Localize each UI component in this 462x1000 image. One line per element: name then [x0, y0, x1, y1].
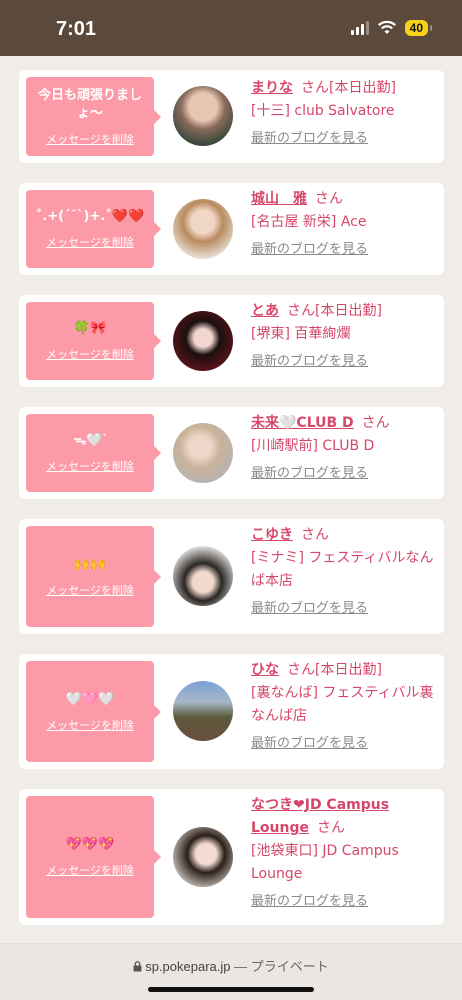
- honorific: さん: [315, 191, 343, 207]
- avatar[interactable]: [173, 199, 233, 259]
- cast-card: 今日も頑張りましょ〜 メッセージを削除 まりな さん[本日出勤] [十三] clu…: [19, 70, 444, 163]
- cast-info: まりな さん[本日出勤] [十三] club Salvatore 最新のブログを見…: [251, 77, 438, 150]
- cast-info: なつき❤JD Campus Lounge さん [池袋東口] JD Campus …: [251, 794, 438, 913]
- cast-info: 城山 雅さん [名古屋 新栄] Ace 最新のブログを見る: [251, 188, 438, 261]
- message-text: 🍀🎀: [73, 321, 107, 336]
- cast-card: 🙌🙌 メッセージを削除 こゆき さん [ミナミ] フェスティバルなんば本店 最新の…: [19, 519, 444, 634]
- shop-name: [池袋東口] JD Campus Lounge: [251, 843, 399, 882]
- shop-name: [裏なんば] フェスティバル裏なんば店: [251, 685, 434, 724]
- blog-link[interactable]: 最新のブログを見る: [251, 127, 438, 150]
- blog-link[interactable]: 最新のブログを見る: [251, 350, 438, 373]
- shop-name: [名古屋 新栄] Ace: [251, 214, 367, 230]
- shop-name: [堺東] 百華絢爛: [251, 326, 351, 342]
- cast-name-link[interactable]: 城山 雅: [251, 191, 307, 207]
- avatar[interactable]: [173, 546, 233, 606]
- honorific: さん: [287, 303, 315, 319]
- browser-address-bar[interactable]: sp.pokepara.jp — プライベート: [0, 943, 462, 1000]
- delete-message-link[interactable]: メッセージを削除: [46, 582, 134, 598]
- avatar[interactable]: [173, 681, 233, 741]
- message-bubble: ᯓ🤍ᐝ メッセージを削除: [26, 414, 161, 492]
- message-text: 🙌🙌: [73, 556, 107, 572]
- delete-message-link[interactable]: メッセージを削除: [46, 234, 134, 250]
- delete-message-link[interactable]: メッセージを削除: [46, 131, 134, 147]
- message-text: 🤍🩷🤍: [65, 691, 115, 707]
- attendance-tag: [本日出勤]: [315, 662, 382, 678]
- cast-info: こゆき さん [ミナミ] フェスティバルなんば本店 最新のブログを見る: [251, 524, 438, 620]
- cast-card: 🤍🩷🤍 メッセージを削除 ひな さん[本日出勤] [裏なんば] フェスティバル裏な…: [19, 654, 444, 769]
- delete-message-link[interactable]: メッセージを削除: [46, 458, 134, 474]
- honorific: さん: [287, 662, 315, 678]
- blog-link[interactable]: 最新のブログを見る: [251, 238, 438, 261]
- attendance-tag: [本日出勤]: [329, 80, 396, 96]
- cast-name-link[interactable]: まりな: [251, 80, 293, 96]
- cast-card: 🍀🎀 メッセージを削除 とあ さん[本日出勤] [堺東] 百華絢爛 最新のブログを…: [19, 295, 444, 387]
- avatar[interactable]: [173, 423, 233, 483]
- private-mode-label: プライベート: [250, 959, 329, 974]
- honorific: さん: [361, 415, 390, 431]
- status-time: 7:01: [56, 18, 97, 40]
- battery-tip: [430, 25, 432, 31]
- blog-link[interactable]: 最新のブログを見る: [251, 462, 438, 485]
- favorites-list: 今日も頑張りましょ〜 メッセージを削除 まりな さん[本日出勤] [十三] clu…: [19, 70, 444, 925]
- cast-info: ひな さん[本日出勤] [裏なんば] フェスティバル裏なんば店 最新のブログを見る: [251, 659, 438, 755]
- shop-name: [川崎駅前] CLUB D: [251, 438, 375, 454]
- cast-card: ˚.+(´˘`)+.˚❤️❤️ メッセージを削除 城山 雅さん [名古屋 新栄]…: [19, 183, 444, 275]
- honorific: さん: [301, 527, 329, 543]
- cast-info: 未来🤍CLUB D さん [川崎駅前] CLUB D 最新のブログを見る: [251, 412, 438, 485]
- message-bubble: ˚.+(´˘`)+.˚❤️❤️ メッセージを削除: [26, 190, 161, 268]
- cast-info: とあ さん[本日出勤] [堺東] 百華絢爛 最新のブログを見る: [251, 300, 438, 373]
- avatar[interactable]: [173, 827, 233, 887]
- message-text: ˚.+(´˘`)+.˚❤️❤️: [35, 209, 145, 224]
- shop-name: [十三] club Salvatore: [251, 103, 395, 119]
- shop-name: [ミナミ] フェスティバルなんば本店: [251, 550, 434, 589]
- message-text: 💖💖💖: [65, 837, 115, 852]
- cast-card: ᯓ🤍ᐝ メッセージを削除 未来🤍CLUB D さん [川崎駅前] CLUB D 最…: [19, 407, 444, 499]
- url-text: sp.pokepara.jp: [145, 959, 231, 974]
- avatar[interactable]: [173, 311, 233, 371]
- cast-name-link[interactable]: とあ: [251, 303, 279, 319]
- cast-name-link[interactable]: ひな: [251, 662, 279, 678]
- message-bubble: 🤍🩷🤍 メッセージを削除: [26, 661, 161, 762]
- battery-icon: 40: [404, 20, 428, 36]
- cast-name-link[interactable]: 未来🤍CLUB D: [251, 415, 354, 431]
- message-bubble: 💖💖💖 メッセージを削除: [26, 796, 161, 918]
- blog-link[interactable]: 最新のブログを見る: [251, 732, 438, 755]
- attendance-tag: [本日出勤]: [315, 303, 382, 319]
- delete-message-link[interactable]: メッセージを削除: [46, 717, 134, 733]
- status-bar: 7:01 40: [0, 0, 462, 56]
- home-indicator[interactable]: [148, 987, 314, 992]
- message-bubble: 今日も頑張りましょ〜 メッセージを削除: [26, 77, 161, 156]
- wifi-icon: [377, 20, 396, 34]
- message-bubble: 🍀🎀 メッセージを削除: [26, 302, 161, 380]
- blog-link[interactable]: 最新のブログを見る: [251, 890, 438, 913]
- delete-message-link[interactable]: メッセージを削除: [46, 346, 134, 362]
- message-bubble: 🙌🙌 メッセージを削除: [26, 526, 161, 627]
- signal-icon: [350, 21, 369, 35]
- status-icons: 40: [350, 20, 432, 36]
- cast-name-link[interactable]: こゆき: [251, 527, 293, 543]
- url-line[interactable]: sp.pokepara.jp — プライベート: [0, 956, 462, 975]
- cast-card: 💖💖💖 メッセージを削除 なつき❤JD Campus Lounge さん [池袋東…: [19, 789, 444, 925]
- message-text: ᯓ🤍ᐝ: [73, 433, 107, 448]
- avatar[interactable]: [173, 86, 233, 146]
- url-separator: —: [234, 959, 248, 974]
- delete-message-link[interactable]: メッセージを削除: [46, 862, 134, 878]
- blog-link[interactable]: 最新のブログを見る: [251, 597, 438, 620]
- honorific: さん: [301, 80, 329, 96]
- message-text: 今日も頑張りましょ〜: [37, 87, 142, 121]
- lock-icon: [133, 961, 142, 972]
- honorific: さん: [317, 820, 345, 836]
